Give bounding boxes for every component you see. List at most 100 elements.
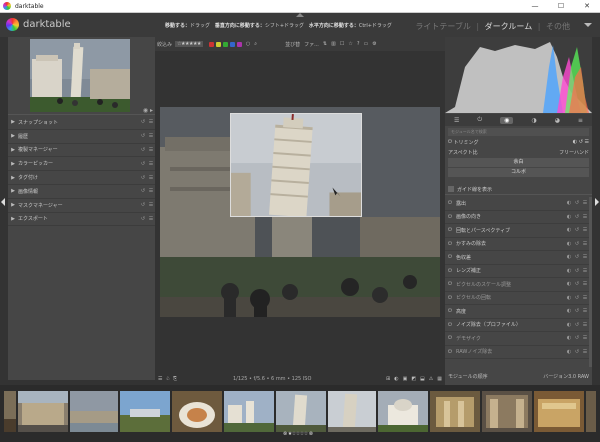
- bulb-icon[interactable]: ◐: [394, 376, 398, 382]
- presets-icon[interactable]: ☰: [581, 241, 589, 247]
- module-rotate-pixels[interactable]: ⏻ ピクセルの回転 ◐ ↺ ☰: [445, 292, 592, 305]
- filmstrip-thumbnail[interactable]: [120, 391, 170, 432]
- help-icon[interactable]: ?: [357, 41, 360, 47]
- filmstrip-thumbnail[interactable]: [18, 391, 68, 432]
- presets-icon[interactable]: ☰: [147, 188, 155, 194]
- left-module-image-info[interactable]: ▶ 画像情報 ↺ ☰: [8, 185, 155, 199]
- filmstrip-thumbnail[interactable]: [4, 391, 16, 432]
- shortcuts-icon[interactable]: ▭: [363, 41, 368, 47]
- power-icon[interactable]: ⏻: [448, 322, 456, 328]
- power-icon[interactable]: ⏻: [448, 335, 456, 341]
- collapse-left-panel-icon[interactable]: [1, 198, 5, 206]
- histogram[interactable]: [445, 37, 592, 113]
- presets-icon[interactable]: ☰: [581, 335, 589, 341]
- presets-icon[interactable]: ☰: [581, 322, 589, 328]
- reset-icon[interactable]: ↺: [139, 147, 147, 153]
- multi-instance-icon[interactable]: ◐: [565, 268, 573, 274]
- crop-header[interactable]: ⏻ トリミング ◐ ↺ ☰: [445, 137, 592, 147]
- color-label-operator-icon[interactable]: ○: [246, 41, 250, 47]
- maximize-button[interactable]: ☐: [548, 0, 574, 13]
- reset-icon[interactable]: ↺: [573, 241, 581, 247]
- presets-icon[interactable]: ☰: [581, 295, 589, 301]
- filmstrip-thumbnail[interactable]: [586, 391, 596, 432]
- reset-icon[interactable]: ↺: [139, 119, 147, 125]
- module-chromatic-aberrations[interactable]: ⏻ 色収差 ◐ ↺ ☰: [445, 251, 592, 265]
- preferences-gear-icon[interactable]: ⚙: [372, 41, 376, 47]
- power-icon[interactable]: ⏻: [448, 254, 456, 260]
- multi-instance-icon[interactable]: ◐: [565, 214, 573, 220]
- power-icon[interactable]: ⏻: [448, 200, 456, 206]
- minimize-button[interactable]: —: [522, 0, 548, 13]
- power-icon[interactable]: ⏻: [448, 349, 456, 355]
- multi-instance-icon[interactable]: ◐: [565, 322, 573, 328]
- presets-icon[interactable]: ☰: [147, 147, 155, 153]
- reset-icon[interactable]: ↺: [139, 175, 147, 181]
- tab-quick-access-icon[interactable]: ☰: [454, 117, 459, 124]
- presets-icon[interactable]: ☰: [581, 254, 589, 260]
- module-lens-correction[interactable]: ⏻ レンズ補正 ◐ ↺ ☰: [445, 265, 592, 278]
- left-module-snapshots[interactable]: ▶ スナップショット ↺ ☰: [8, 116, 155, 130]
- module-orientation[interactable]: ⏻ 画像の向き ◐ ↺ ☰: [445, 211, 592, 224]
- module-exposure[interactable]: ⏻ 露出 ◐ ↺ ☰: [445, 197, 592, 211]
- view-other[interactable]: その他: [546, 22, 570, 31]
- color-assessment-icon[interactable]: ⊞: [386, 376, 390, 382]
- power-icon[interactable]: ⏻: [448, 241, 456, 247]
- left-module-tagging[interactable]: ▶ タグ付け ↺ ☰: [8, 171, 155, 185]
- module-group-icon[interactable]: ☰: [158, 376, 162, 382]
- aspect-row[interactable]: アスペクト比 フリーハンド: [445, 147, 592, 157]
- sort-order-icon[interactable]: ⇅: [323, 41, 327, 47]
- reset-icon[interactable]: ↺: [139, 216, 147, 222]
- guides-row[interactable]: ガイド線を表示: [445, 184, 592, 195]
- module-order-value[interactable]: バージョン3.0 RAW: [543, 373, 589, 380]
- header-menu-icon[interactable]: [584, 23, 592, 27]
- multi-instance-icon[interactable]: ◐: [565, 200, 573, 206]
- zoom-options-icon[interactable]: ◉ ▸: [143, 107, 153, 114]
- presets-icon[interactable]: ☰: [147, 119, 155, 125]
- reset-icon[interactable]: ↺: [573, 227, 581, 233]
- reset-icon[interactable]: ↺: [573, 214, 581, 220]
- reset-icon[interactable]: ↺: [139, 133, 147, 139]
- collapse-top-panel-icon[interactable]: [296, 13, 304, 17]
- color-label-purple[interactable]: [236, 41, 242, 47]
- overlay-icon[interactable]: ☐: [340, 41, 344, 47]
- module-scale-pixels[interactable]: ⏻ ピクセルのスケール調整 ◐ ↺ ☰: [445, 278, 592, 292]
- multi-instance-icon[interactable]: ◐: [565, 227, 573, 233]
- tab-active-modules-icon[interactable]: ⏻: [477, 116, 482, 124]
- multi-instance-icon[interactable]: ◐: [565, 349, 573, 355]
- color-label-red[interactable]: [208, 41, 214, 47]
- reset-icon[interactable]: ↺: [573, 349, 581, 355]
- multi-instance-icon[interactable]: ◐: [565, 281, 573, 287]
- star-icon[interactable]: ☆: [348, 41, 352, 47]
- filmstrip-thumbnail[interactable]: [224, 391, 274, 432]
- reset-icon[interactable]: ↺: [573, 335, 581, 341]
- multi-instance-icon[interactable]: ◐: [565, 295, 573, 301]
- module-rotate-perspective[interactable]: ⏻ 回転とパースペクティブ ◐ ↺ ☰: [445, 224, 592, 238]
- gamut-check-icon[interactable]: ◩: [411, 376, 416, 382]
- collapse-right-panel-icon[interactable]: [595, 198, 599, 206]
- power-icon[interactable]: ⏻: [448, 214, 456, 220]
- focus-peaking-icon[interactable]: ⬓: [420, 376, 425, 382]
- module-raw-denoise[interactable]: ⏻ RAWノイズ除去 ◐ ↺ ☰: [445, 346, 592, 359]
- power-icon[interactable]: ⏻: [448, 295, 456, 301]
- power-icon[interactable]: ⏻: [448, 227, 456, 233]
- color-label-blue[interactable]: [229, 41, 235, 47]
- presets-icon[interactable]: ☰: [581, 268, 589, 274]
- reset-icon[interactable]: ↺: [573, 308, 581, 314]
- reset-icon[interactable]: ↺: [139, 202, 147, 208]
- tab-color-icon[interactable]: ◕: [555, 117, 560, 124]
- presets-icon[interactable]: ☰: [147, 175, 155, 181]
- search-icon[interactable]: ⌕: [254, 41, 257, 47]
- module-search-input[interactable]: モジュール名で検索: [448, 128, 589, 136]
- multi-instance-icon[interactable]: ◐: [565, 308, 573, 314]
- presets-icon[interactable]: ☰: [581, 281, 589, 287]
- filmstrip-thumbnail[interactable]: [70, 391, 118, 432]
- presets-icon[interactable]: ☰: [581, 214, 589, 220]
- presets-icon[interactable]: ☰: [147, 202, 155, 208]
- right-panel-scrollbar[interactable]: [589, 197, 592, 367]
- close-button[interactable]: ✕: [574, 0, 600, 13]
- reset-icon[interactable]: ↺: [573, 254, 581, 260]
- aspect-value[interactable]: フリーハンド: [559, 149, 589, 156]
- guides-checkbox[interactable]: [448, 186, 454, 192]
- reset-icon[interactable]: ↺: [573, 200, 581, 206]
- presets-icon[interactable]: ☰: [581, 308, 589, 314]
